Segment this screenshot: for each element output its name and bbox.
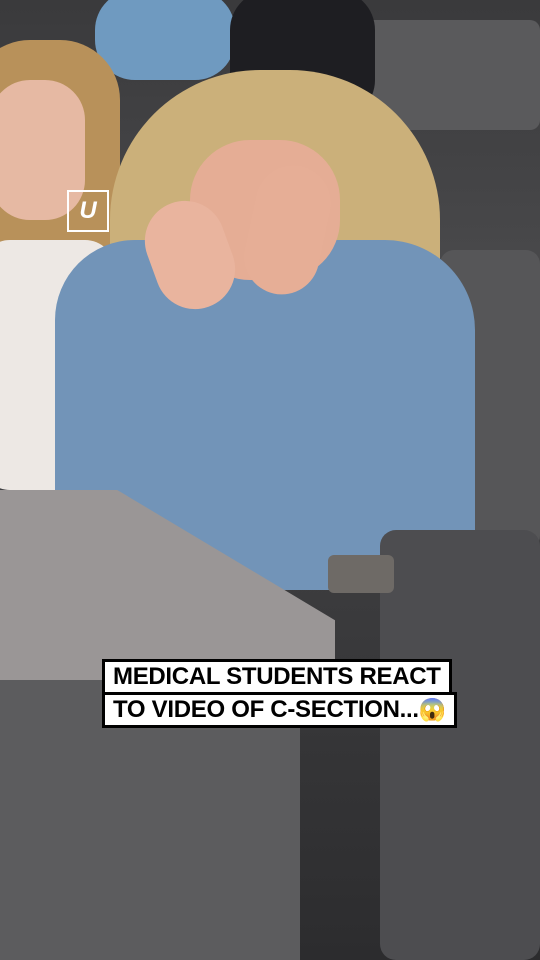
- caption-overlay: MEDICAL STUDENTS REACT TO VIDEO OF C-SEC…: [102, 659, 457, 728]
- background-student-blue: [95, 0, 235, 80]
- brand-logo: U: [67, 190, 109, 232]
- video-frame[interactable]: U MEDICAL STUDENTS REACT TO VIDEO OF C-S…: [0, 0, 540, 960]
- caption-line-2: TO VIDEO OF C-SECTION...😱: [102, 692, 457, 728]
- brand-logo-text: U: [79, 197, 97, 224]
- armrest: [328, 555, 394, 593]
- caption-line-1: MEDICAL STUDENTS REACT: [102, 659, 452, 695]
- seat-lower: [380, 530, 540, 960]
- shocked-face-emoji-icon: 😱: [418, 697, 446, 722]
- caption-line-2-text: TO VIDEO OF C-SECTION...: [113, 696, 419, 723]
